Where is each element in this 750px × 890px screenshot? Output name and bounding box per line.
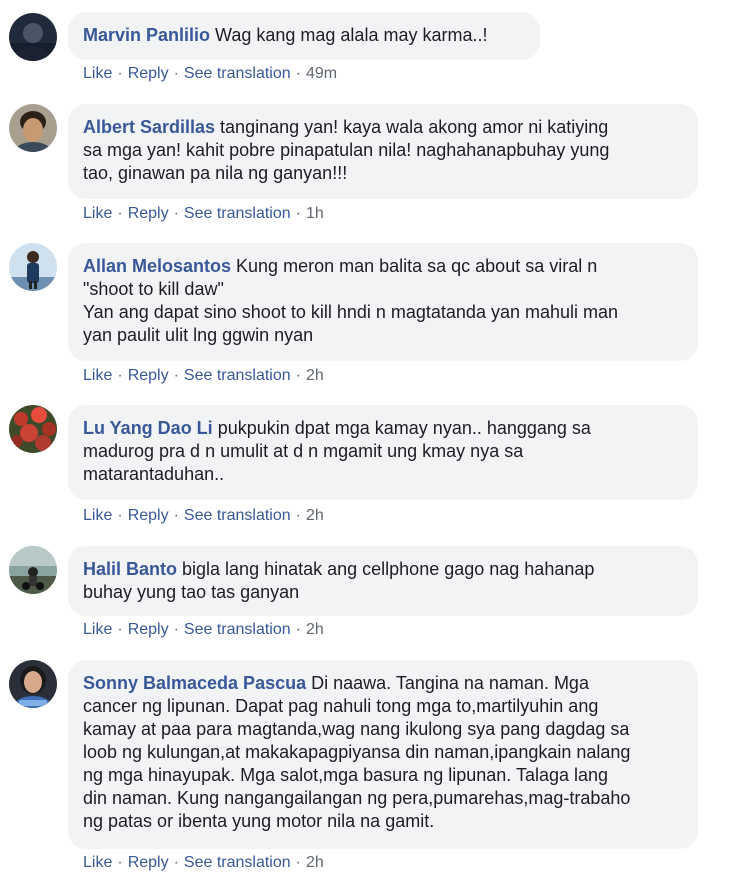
- separator-dot: ·: [173, 205, 179, 222]
- see-translation-link[interactable]: See translation: [184, 65, 291, 82]
- see-translation-link[interactable]: See translation: [184, 205, 291, 222]
- separator-dot: ·: [173, 621, 179, 638]
- avatar[interactable]: [9, 546, 57, 594]
- comment-timestamp[interactable]: 2h: [306, 367, 324, 384]
- separator-dot: ·: [117, 854, 123, 871]
- reply-button[interactable]: Reply: [128, 367, 169, 384]
- like-button[interactable]: Like: [83, 65, 112, 82]
- comment-text: matarantaduhan..: [83, 464, 225, 484]
- comment-author[interactable]: Marvin Panlilio: [83, 25, 210, 45]
- comment-text: din naman. Kung nangangailangan ng pera,…: [83, 788, 631, 808]
- separator-dot: ·: [295, 65, 301, 82]
- comment-text: Kung meron man balita sa qc about sa vir…: [236, 256, 598, 276]
- see-translation-link[interactable]: See translation: [184, 367, 291, 384]
- comment-bubble: Marvin Panlilio Wag kang mag alala may ka…: [68, 12, 540, 60]
- separator-dot: ·: [117, 205, 123, 222]
- comment-author[interactable]: Lu Yang Dao Li: [83, 418, 213, 438]
- like-button[interactable]: Like: [83, 854, 112, 871]
- comment-actions: Like · Reply · See translation · 2h: [83, 853, 324, 873]
- avatar[interactable]: [9, 104, 57, 152]
- comment-actions: Like · Reply · See translation · 2h: [83, 366, 324, 386]
- comment-actions: Like · Reply · See translation · 2h: [83, 620, 324, 640]
- comment-author[interactable]: Halil Banto: [83, 559, 177, 579]
- separator-dot: ·: [173, 507, 179, 524]
- comment-author[interactable]: Albert Sardillas: [83, 117, 215, 137]
- separator-dot: ·: [173, 367, 179, 384]
- reply-button[interactable]: Reply: [128, 621, 169, 638]
- like-button[interactable]: Like: [83, 367, 112, 384]
- see-translation-link[interactable]: See translation: [184, 507, 291, 524]
- separator-dot: ·: [117, 507, 123, 524]
- like-button[interactable]: Like: [83, 205, 112, 222]
- comment-timestamp[interactable]: 2h: [306, 507, 324, 524]
- comment-text: cancer ng lipunan. Dapat pag nahuli tong…: [83, 696, 599, 716]
- comment-text: bigla lang hinatak ang cellphone gago na…: [182, 559, 595, 579]
- comment-text: Wag kang mag alala may karma..!: [215, 25, 488, 45]
- comment-author[interactable]: Allan Melosantos: [83, 256, 231, 276]
- comment-text: "shoot to kill daw": [83, 279, 224, 299]
- comment-text: loob ng kulungan,at makakapagpiyansa din…: [83, 742, 631, 762]
- comment-timestamp[interactable]: 2h: [306, 621, 324, 638]
- like-button[interactable]: Like: [83, 507, 112, 524]
- comment-text: Di naawa. Tangina na naman. Mga: [311, 673, 589, 693]
- comment-text: tao, ginawan pa nila ng ganyan!!!: [83, 163, 348, 183]
- reply-button[interactable]: Reply: [128, 507, 169, 524]
- separator-dot: ·: [117, 367, 123, 384]
- comment-text: ng patas or ibenta yung motor nila na ga…: [83, 811, 435, 831]
- comment-actions: Like · Reply · See translation · 49m: [83, 64, 337, 84]
- comment-actions: Like · Reply · See translation · 1h: [83, 204, 324, 224]
- comment-text: pukpukin dpat mga kamay nyan.. hanggang …: [217, 418, 591, 438]
- separator-dot: ·: [295, 621, 301, 638]
- comment-actions: Like · Reply · See translation · 2h: [83, 506, 324, 526]
- separator-dot: ·: [173, 65, 179, 82]
- comment-author[interactable]: Sonny Balmaceda Pascua: [83, 673, 306, 693]
- reply-button[interactable]: Reply: [128, 205, 169, 222]
- avatar[interactable]: [9, 243, 57, 291]
- avatar[interactable]: [9, 13, 57, 61]
- separator-dot: ·: [295, 854, 301, 871]
- avatar[interactable]: [9, 405, 57, 453]
- comment-text: buhay yung tao tas ganyan: [83, 582, 300, 602]
- see-translation-link[interactable]: See translation: [184, 854, 291, 871]
- comment-bubble: Albert Sardillas tanginang yan! kaya wala…: [68, 104, 698, 199]
- avatar[interactable]: [9, 660, 57, 708]
- separator-dot: ·: [295, 367, 301, 384]
- comment-bubble: Sonny Balmaceda Pascua Di naawa. Tangina …: [68, 660, 698, 849]
- comment-bubble: Halil Banto bigla lang hinatak ang cellph…: [68, 546, 698, 616]
- comment-text: tanginang yan! kaya wala akong amor ni k…: [220, 117, 609, 137]
- reply-button[interactable]: Reply: [128, 854, 169, 871]
- see-translation-link[interactable]: See translation: [184, 621, 291, 638]
- reply-button[interactable]: Reply: [128, 65, 169, 82]
- comment-timestamp[interactable]: 49m: [306, 65, 337, 82]
- comment-text: Yan ang dapat sino shoot to kill hndi n …: [83, 302, 619, 322]
- comment-text: kamay at paa para magtanda,wag nang ikul…: [83, 719, 630, 739]
- comment-text: ng mga hinayupak. Mga salot,mga basura n…: [83, 765, 609, 785]
- comment-bubble: Lu Yang Dao Li pukpukin dpat mga kamay ny…: [68, 405, 698, 500]
- comment-bubble: Allan Melosantos Kung meron man balita sa…: [68, 243, 698, 361]
- separator-dot: ·: [117, 621, 123, 638]
- like-button[interactable]: Like: [83, 621, 112, 638]
- comment-text: sa mga yan! kahit pobre pinapatulan nila…: [83, 140, 610, 160]
- separator-dot: ·: [117, 65, 123, 82]
- comment-timestamp[interactable]: 2h: [306, 854, 324, 871]
- separator-dot: ·: [295, 507, 301, 524]
- separator-dot: ·: [295, 205, 301, 222]
- comment-timestamp[interactable]: 1h: [306, 205, 324, 222]
- comment-text: madurog pra d n umulit at d n mgamit ung…: [83, 441, 524, 461]
- separator-dot: ·: [173, 854, 179, 871]
- comment-text: yan paulit ulit lng ggwin nyan: [83, 325, 314, 345]
